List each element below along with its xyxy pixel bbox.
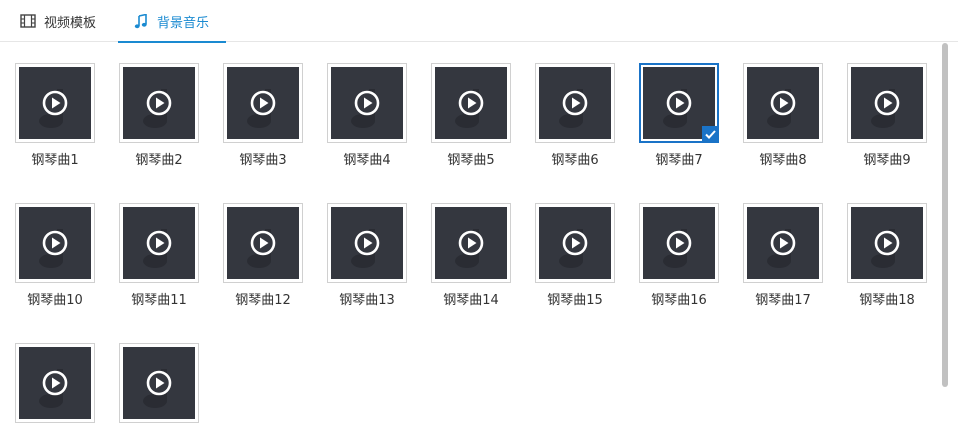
track-thumbnail[interactable]: [431, 63, 511, 143]
track-cover: [19, 67, 91, 139]
music-track-item[interactable]: 钢琴曲11: [119, 183, 199, 308]
film-icon: [20, 13, 36, 29]
track-label: 钢琴曲7: [655, 153, 703, 168]
music-track-item[interactable]: 钢琴曲1: [15, 43, 95, 168]
track-label: 钢琴曲15: [547, 293, 603, 308]
track-label: 钢琴曲2: [135, 153, 183, 168]
track-cover: [747, 207, 819, 279]
track-thumbnail[interactable]: [743, 203, 823, 283]
vertical-scrollbar[interactable]: [940, 43, 950, 441]
track-cover: [435, 207, 507, 279]
track-cover: [539, 207, 611, 279]
track-cover: [747, 67, 819, 139]
music-track-item[interactable]: 钢琴曲3: [223, 43, 303, 168]
music-track-item[interactable]: 钢琴曲2: [119, 43, 199, 168]
track-thumbnail[interactable]: [535, 203, 615, 283]
music-track-item[interactable]: 钢琴曲6: [535, 43, 615, 168]
track-cover: [643, 207, 715, 279]
track-thumbnail[interactable]: [15, 203, 95, 283]
track-thumbnail[interactable]: [431, 203, 511, 283]
track-thumbnail[interactable]: [327, 203, 407, 283]
music-track-item[interactable]: 钢琴曲8: [743, 43, 823, 168]
music-track-item[interactable]: 钢琴曲16: [639, 183, 719, 308]
tab-label: 视频模板: [44, 15, 97, 31]
music-track-item[interactable]: 钢琴曲5: [431, 43, 511, 168]
track-label: 钢琴曲8: [759, 153, 807, 168]
track-label: 钢琴曲10: [27, 293, 83, 308]
track-label: 钢琴曲18: [859, 293, 915, 308]
track-label: 钢琴曲17: [755, 293, 811, 308]
track-cover: [435, 67, 507, 139]
music-track-item[interactable]: 钢琴曲15: [535, 183, 615, 308]
track-thumbnail[interactable]: [847, 203, 927, 283]
track-cover: [227, 207, 299, 279]
track-label: 钢琴曲14: [443, 293, 499, 308]
music-track-item[interactable]: [119, 323, 199, 441]
track-cover: [331, 207, 403, 279]
track-cover: [539, 67, 611, 139]
music-track-item[interactable]: 钢琴曲12: [223, 183, 303, 308]
tab-bar: 视频模板 背景音乐: [0, 0, 958, 43]
tab-background-music[interactable]: 背景音乐: [118, 0, 226, 43]
checkmark-icon: [702, 126, 719, 143]
track-label: 钢琴曲16: [651, 293, 707, 308]
music-track-item[interactable]: 钢琴曲18: [847, 183, 927, 308]
track-thumbnail[interactable]: [119, 203, 199, 283]
track-label: 钢琴曲1: [31, 153, 79, 168]
tab-label: 背景音乐: [157, 15, 210, 31]
track-cover: [123, 67, 195, 139]
track-label: 钢琴曲3: [239, 153, 287, 168]
music-track-item[interactable]: 钢琴曲9: [847, 43, 927, 168]
track-thumbnail[interactable]: [15, 63, 95, 143]
track-thumbnail[interactable]: [119, 63, 199, 143]
track-thumbnail[interactable]: [15, 343, 95, 423]
track-thumbnail[interactable]: [223, 203, 303, 283]
music-note-icon: [133, 13, 149, 29]
music-grid: 钢琴曲1 钢琴曲2 钢琴曲3 钢琴曲4 钢琴曲5 钢琴曲6 钢琴曲7 钢琴曲8 钢琴曲9 钢琴曲1…: [0, 43, 958, 441]
music-track-item[interactable]: [15, 323, 95, 441]
track-label: 钢琴曲12: [235, 293, 291, 308]
track-thumbnail[interactable]: [119, 343, 199, 423]
track-thumbnail[interactable]: [639, 63, 719, 143]
tab-video-templates[interactable]: 视频模板: [20, 0, 96, 42]
music-track-item[interactable]: 钢琴曲10: [15, 183, 95, 308]
music-track-item[interactable]: 钢琴曲4: [327, 43, 407, 168]
track-cover: [123, 207, 195, 279]
track-label: 钢琴曲11: [131, 293, 187, 308]
track-cover: [123, 347, 195, 419]
track-cover: [851, 67, 923, 139]
track-label: 钢琴曲4: [343, 153, 391, 168]
music-track-item[interactable]: 钢琴曲13: [327, 183, 407, 308]
track-label: 钢琴曲5: [447, 153, 495, 168]
track-cover: [331, 67, 403, 139]
music-track-item[interactable]: 钢琴曲14: [431, 183, 511, 308]
track-thumbnail[interactable]: [847, 63, 927, 143]
track-cover: [851, 207, 923, 279]
track-cover: [19, 207, 91, 279]
track-thumbnail[interactable]: [327, 63, 407, 143]
track-thumbnail[interactable]: [535, 63, 615, 143]
track-thumbnail[interactable]: [639, 203, 719, 283]
track-cover: [227, 67, 299, 139]
track-thumbnail[interactable]: [743, 63, 823, 143]
track-label: 钢琴曲9: [863, 153, 911, 168]
track-cover: [19, 347, 91, 419]
track-label: 钢琴曲6: [551, 153, 599, 168]
music-track-item[interactable]: 钢琴曲17: [743, 183, 823, 308]
track-label: 钢琴曲13: [339, 293, 395, 308]
scroll-thumb[interactable]: [942, 43, 948, 387]
music-track-item[interactable]: 钢琴曲7: [639, 43, 719, 168]
track-thumbnail[interactable]: [223, 63, 303, 143]
